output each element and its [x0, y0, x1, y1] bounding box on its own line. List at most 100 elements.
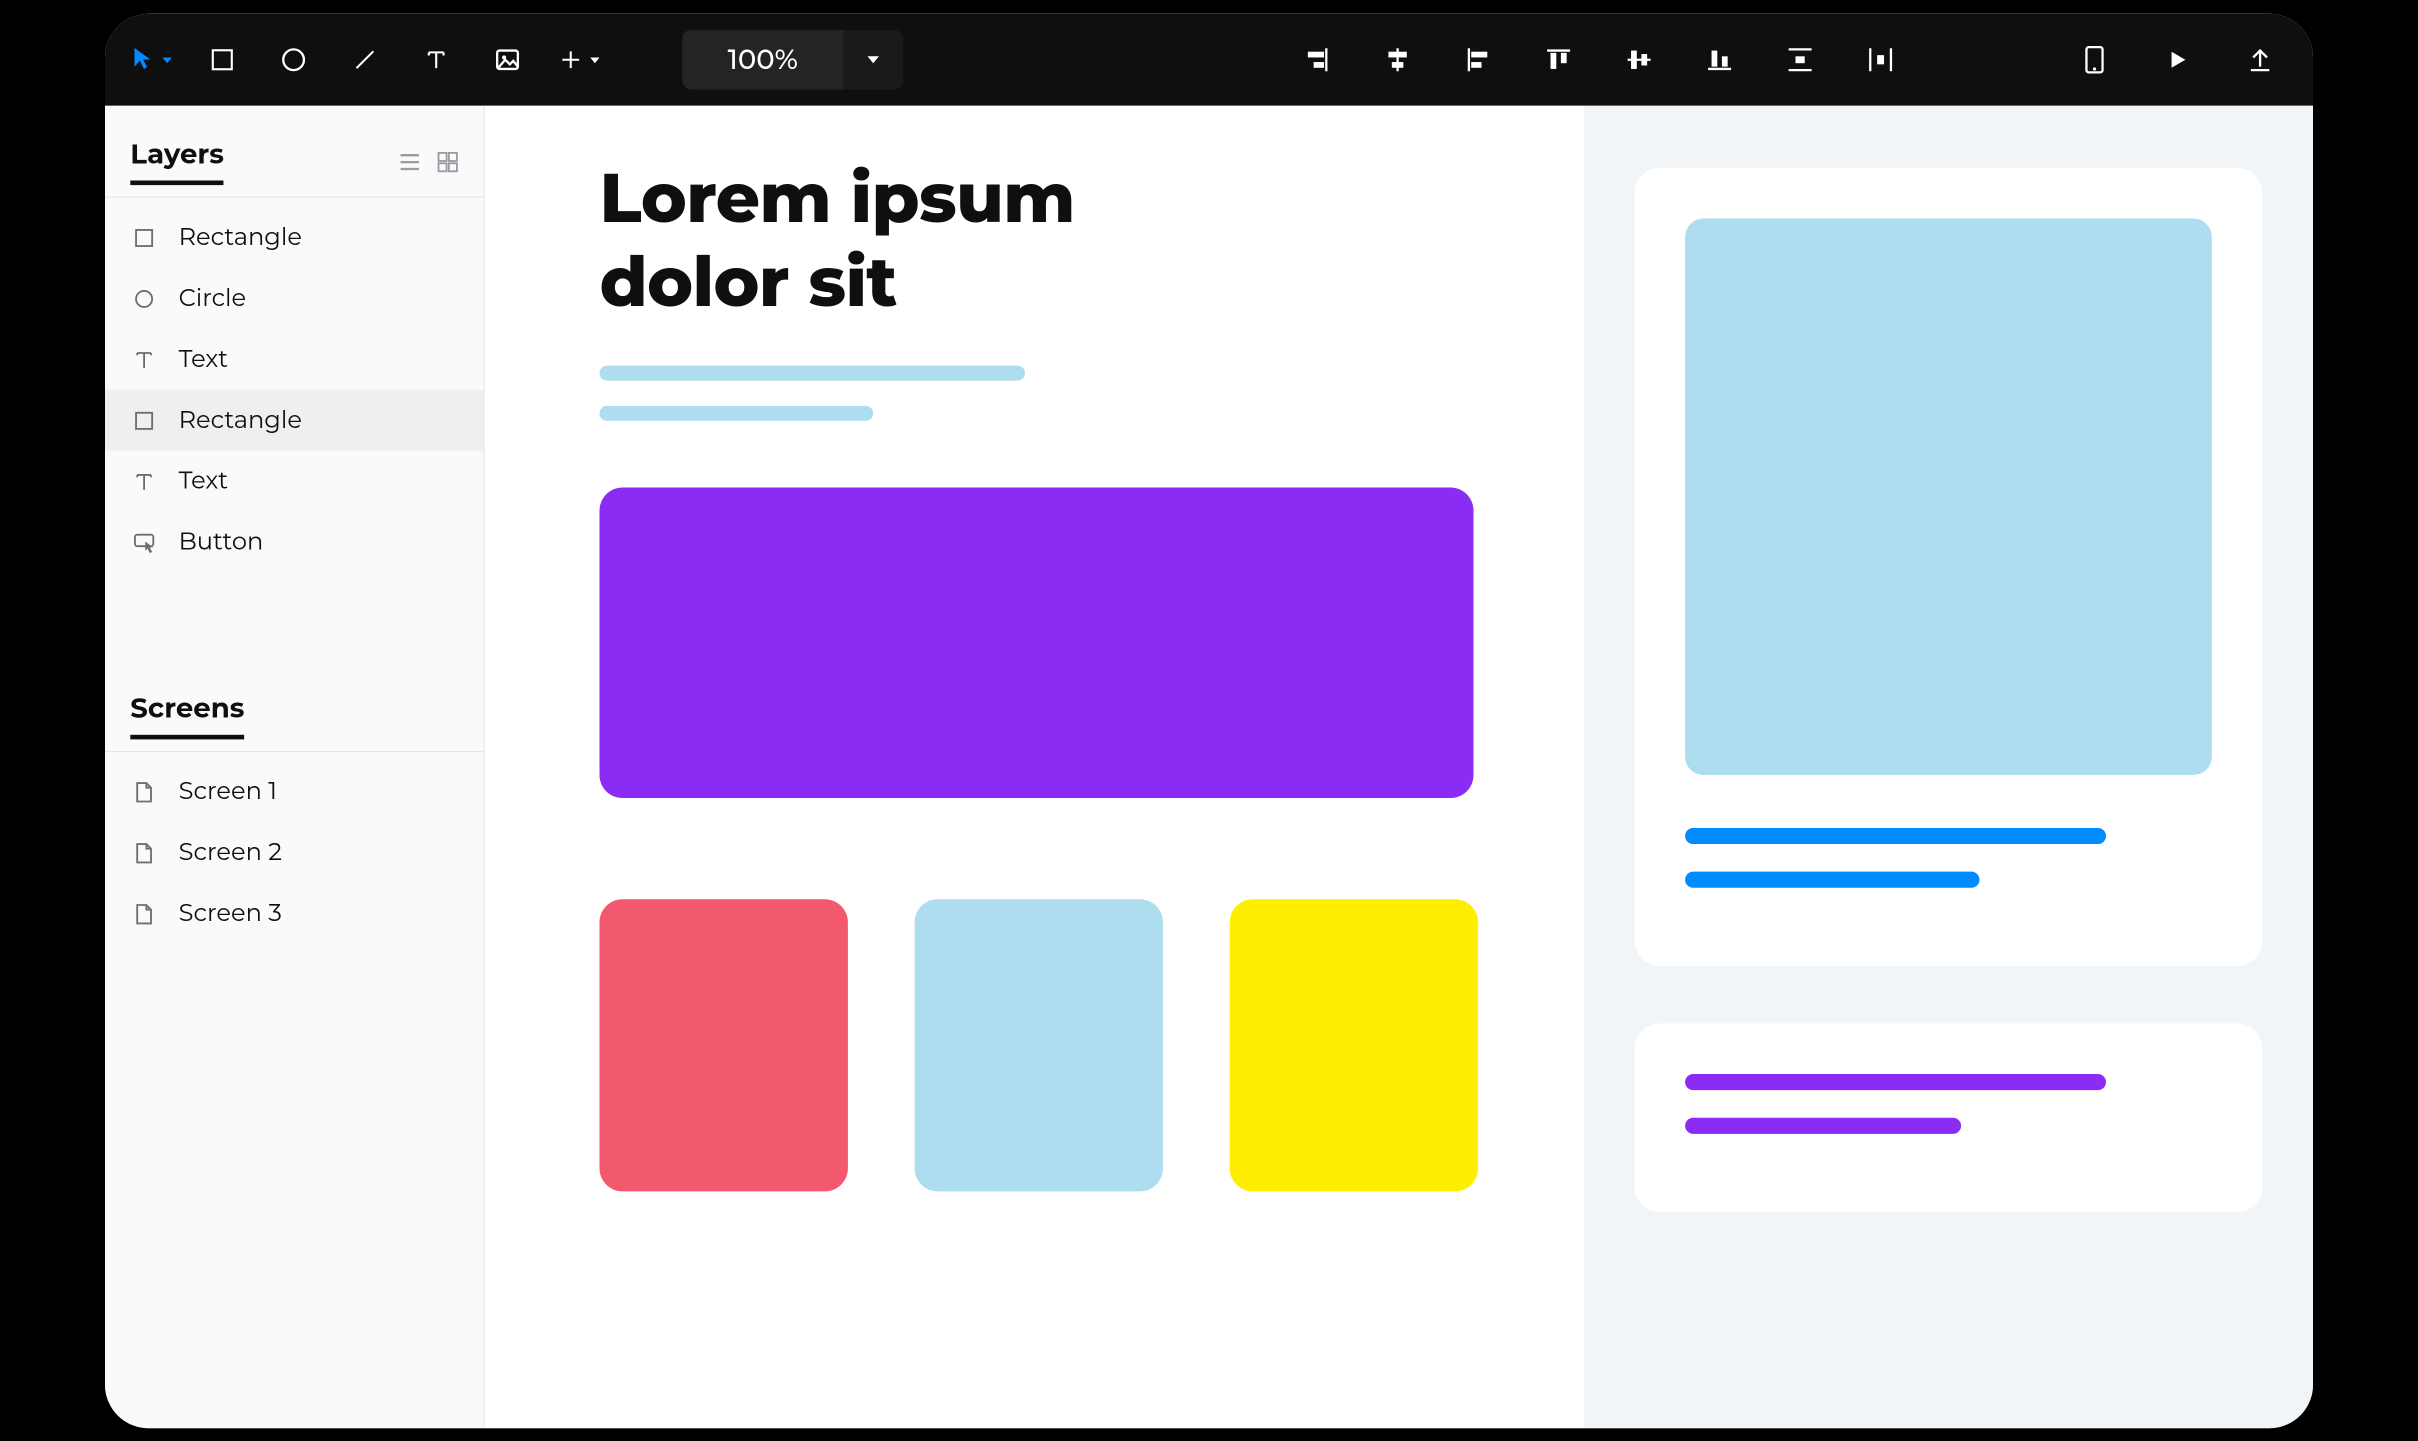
- phone-icon: [2083, 44, 2106, 74]
- select-tool[interactable]: [130, 44, 171, 75]
- line-tool[interactable]: [344, 39, 385, 80]
- preview-thumbnail: [1685, 218, 2212, 775]
- list-view-icon[interactable]: [398, 151, 421, 172]
- play-preview[interactable]: [2157, 39, 2198, 80]
- screen-label: Screen 1: [179, 777, 277, 806]
- layer-label: Text: [179, 344, 228, 373]
- square-icon: [210, 47, 235, 72]
- page-icon: [130, 838, 158, 866]
- main-toolbar: 100%: [105, 13, 2313, 105]
- layer-label: Rectangle: [179, 223, 302, 252]
- panel-title-screens: Screens: [130, 692, 244, 739]
- align-center-v-icon: [1626, 45, 1651, 73]
- add-tool[interactable]: [558, 47, 599, 72]
- shape-tools: [130, 39, 599, 80]
- upload-icon: [2247, 45, 2272, 73]
- ellipse-tool[interactable]: [273, 39, 314, 80]
- text-icon: [130, 345, 158, 373]
- layer-item[interactable]: Rectangle: [105, 206, 483, 267]
- button-icon: [130, 528, 158, 556]
- canvas[interactable]: Lorem ipsum dolor sit: [485, 105, 1584, 1428]
- chevron-down-icon: [867, 56, 879, 63]
- inspector: [1584, 105, 2313, 1428]
- text-line: [600, 366, 1026, 381]
- align-top[interactable]: [1538, 39, 1579, 80]
- screen-list: Screen 1 Screen 2 Screen 3: [105, 752, 483, 974]
- layer-label: Circle: [179, 284, 246, 313]
- layer-item[interactable]: Circle: [105, 267, 483, 328]
- align-left-icon: [1464, 47, 1492, 72]
- zoom-readout[interactable]: 100%: [682, 29, 843, 89]
- zoom-dropdown[interactable]: [843, 29, 903, 89]
- device-preview[interactable]: [2074, 39, 2115, 80]
- screen-label: Screen 2: [179, 838, 282, 867]
- layers-view-mode: [398, 151, 458, 172]
- export-button[interactable]: [2239, 39, 2280, 80]
- tile[interactable]: [1230, 899, 1478, 1191]
- screen-item[interactable]: Screen 3: [105, 883, 483, 944]
- play-icon: [2166, 48, 2189, 71]
- distribute-h-icon: [1867, 47, 1895, 72]
- text-placeholder: [1685, 827, 2212, 887]
- image-tool[interactable]: [487, 39, 528, 80]
- align-right-icon: [1303, 47, 1331, 72]
- subtitle-placeholder: [600, 366, 1515, 421]
- tile-row: [600, 899, 1515, 1191]
- line-icon: [352, 47, 377, 72]
- screen-item[interactable]: Screen 2: [105, 822, 483, 883]
- layer-label: Button: [179, 527, 264, 556]
- rect-icon: [130, 406, 158, 434]
- align-top-icon: [1546, 45, 1571, 73]
- text-line: [1685, 871, 1979, 887]
- align-bottom[interactable]: [1699, 39, 1740, 80]
- pointer-icon: [130, 44, 155, 75]
- tile[interactable]: [915, 899, 1163, 1191]
- layer-item[interactable]: Rectangle: [105, 389, 483, 450]
- text-line: [1685, 1074, 2106, 1090]
- layer-item[interactable]: Text: [105, 450, 483, 511]
- rect-icon: [130, 223, 158, 251]
- layer-item[interactable]: Text: [105, 328, 483, 389]
- layer-list: Rectangle Circle Text Rectangle Text Button: [105, 197, 483, 602]
- align-center-h-icon: [1384, 47, 1412, 72]
- align-center-vertical[interactable]: [1618, 39, 1659, 80]
- distribute-horizontal[interactable]: [1860, 39, 1901, 80]
- sidebar: Layers RectangleCircleTextRectangl: [105, 105, 485, 1428]
- text-icon: [130, 467, 158, 495]
- rectangle-tool[interactable]: [202, 39, 243, 80]
- preview-card-2[interactable]: [1635, 1023, 2263, 1212]
- align-tools: [1296, 39, 1901, 80]
- circle-icon: [130, 284, 158, 312]
- text-placeholder: [1685, 1074, 2212, 1134]
- hero-banner-rect[interactable]: [600, 487, 1474, 798]
- chevron-down-icon: [590, 56, 599, 62]
- grid-view-icon[interactable]: [437, 151, 458, 172]
- panel-title-layers: Layers: [130, 137, 224, 184]
- preview-card-1[interactable]: [1635, 167, 2263, 965]
- align-right[interactable]: [1296, 39, 1337, 80]
- page-icon: [130, 899, 158, 927]
- page-icon: [130, 777, 158, 805]
- distribute-vertical[interactable]: [1779, 39, 1820, 80]
- plus-icon: [558, 47, 583, 72]
- text-icon: [424, 47, 449, 72]
- align-bottom-icon: [1707, 45, 1732, 73]
- screens-panel-header: Screens: [105, 680, 483, 751]
- layers-panel-header: Layers: [105, 126, 483, 197]
- preview-tools: [2074, 39, 2281, 80]
- distribute-v-icon: [1787, 45, 1812, 73]
- layer-label: Text: [179, 466, 228, 495]
- screen-label: Screen 3: [179, 899, 282, 928]
- layer-label: Rectangle: [179, 405, 302, 434]
- zoom-control: 100%: [682, 29, 903, 89]
- align-center-horizontal[interactable]: [1377, 39, 1418, 80]
- hero-title[interactable]: Lorem ipsum dolor sit: [600, 156, 1198, 324]
- text-line: [600, 406, 874, 421]
- app-body: Layers RectangleCircleTextRectangl: [105, 105, 2313, 1428]
- text-tool[interactable]: [416, 39, 457, 80]
- layer-item[interactable]: Button: [105, 511, 483, 572]
- tile[interactable]: [600, 899, 848, 1191]
- screen-item[interactable]: Screen 1: [105, 761, 483, 822]
- align-left[interactable]: [1457, 39, 1498, 80]
- text-line: [1685, 827, 2106, 843]
